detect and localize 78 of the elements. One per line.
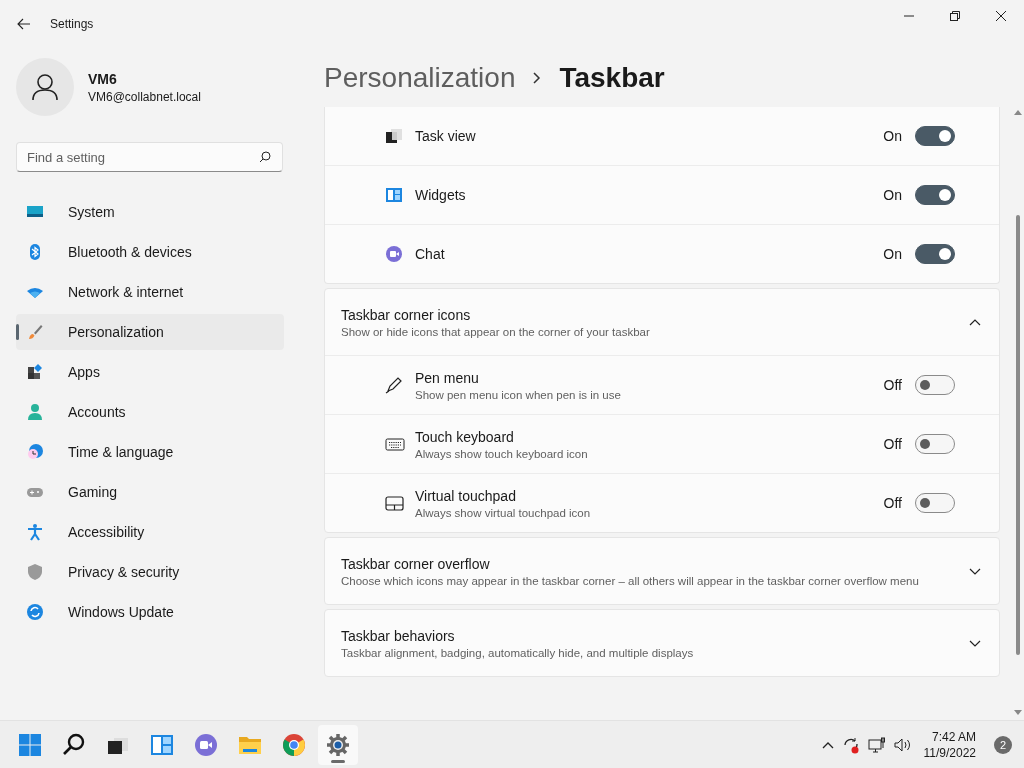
widgets-icon (385, 186, 405, 204)
toggle-switch[interactable] (915, 434, 955, 454)
sidebar-item[interactable]: Network & internet (16, 274, 284, 310)
sync-icon (26, 603, 44, 621)
clock[interactable]: 7:42 AM 11/9/2022 (919, 728, 980, 761)
sidebar-item[interactable]: Privacy & security (16, 554, 284, 590)
chevron-right-icon (533, 71, 542, 84)
section-title: Taskbar behaviors (341, 627, 456, 644)
search-icon (62, 732, 86, 757)
setting-description: Always show touch keyboard icon (415, 447, 589, 460)
search-field[interactable]: Find a setting (16, 142, 283, 172)
toggle-state: Off (883, 436, 902, 452)
user-name: VM6 (88, 70, 118, 87)
sidebar-item[interactable]: Personalization (16, 314, 284, 350)
setting-label: Chat (415, 246, 446, 262)
notification-badge[interactable]: 2 (994, 735, 1012, 754)
breadcrumb-link[interactable]: Personalization (324, 61, 516, 94)
browser-icon (282, 732, 306, 757)
chat-icon (194, 732, 218, 757)
section-title: Taskbar corner icons (341, 306, 472, 323)
back-arrow-icon (17, 18, 31, 30)
user-email: VM6@collabnet.local (88, 89, 201, 104)
sync-icon[interactable] (841, 735, 860, 754)
chevron-up-icon[interactable] (821, 740, 834, 749)
toggle-switch[interactable] (915, 493, 955, 513)
gear-icon (326, 732, 350, 757)
search-icon (259, 151, 271, 163)
section-description: Choose which icons may appear in the taskbar corner – all others will appear in the taskbar corner overflow menu (341, 574, 920, 587)
windows-logo-icon (18, 732, 42, 757)
setting-label: Virtual touchpad (415, 487, 517, 504)
setting-label: Widgets (415, 187, 467, 203)
section-description: Show or hide icons that appear on the corner of your taskbar (341, 325, 651, 338)
chevron-up-icon (969, 318, 981, 326)
sidebar-item[interactable]: Bluetooth & devices (16, 234, 284, 270)
person-icon (26, 403, 44, 421)
toggle-switch[interactable] (915, 126, 955, 146)
speaker-icon[interactable] (893, 736, 912, 753)
scroll-down-icon (1014, 710, 1022, 716)
sidebar-item[interactable]: System (16, 194, 284, 230)
toggle-switch[interactable] (915, 244, 955, 264)
setting-description: Show pen menu icon when pen is in use (415, 388, 622, 401)
scroll-up-icon (1014, 109, 1022, 115)
toggle-switch[interactable] (915, 375, 955, 395)
page-title: Taskbar (559, 61, 665, 94)
toggle-state: On (883, 128, 902, 144)
setting-label: Touch keyboard (415, 428, 515, 445)
setting-description: Always show virtual touchpad icon (415, 506, 592, 519)
widgets-icon (150, 732, 174, 757)
setting-label: Pen menu (415, 369, 480, 386)
paintbrush-icon (26, 323, 44, 341)
sidebar-item[interactable]: Apps (16, 354, 284, 390)
sidebar-item[interactable]: Time & language (16, 434, 284, 470)
sidebar-item[interactable]: Accounts (16, 394, 284, 430)
chevron-down-icon (969, 567, 981, 575)
close-icon (996, 11, 1006, 21)
sidebar-item[interactable]: Accessibility (16, 514, 284, 550)
section-title: Taskbar corner overflow (341, 555, 491, 572)
network-monitor-icon[interactable] (867, 736, 886, 753)
accessibility-icon (26, 523, 44, 541)
window-title: Settings (50, 17, 94, 31)
apps-icon (26, 363, 44, 381)
shield-icon (26, 563, 44, 581)
toggle-state: On (883, 246, 902, 262)
restore-icon (950, 11, 960, 21)
toggle-state: Off (883, 495, 902, 511)
toggle-state: Off (883, 377, 902, 393)
chevron-down-icon (969, 639, 981, 647)
keyboard-icon (385, 435, 405, 453)
section-description: Taskbar alignment, badging, automatically hide, and multiple displays (341, 646, 695, 659)
sidebar-item[interactable]: Gaming (16, 474, 284, 510)
touchpad-icon (385, 494, 405, 512)
setting-label: Task view (415, 128, 477, 144)
toggle-state: On (883, 187, 902, 203)
scrollbar-thumb[interactable] (1016, 215, 1020, 655)
toggle-switch[interactable] (915, 185, 955, 205)
clock-globe-icon (26, 443, 44, 461)
chat-icon (385, 245, 405, 263)
sidebar-item[interactable]: Windows Update (16, 594, 284, 630)
